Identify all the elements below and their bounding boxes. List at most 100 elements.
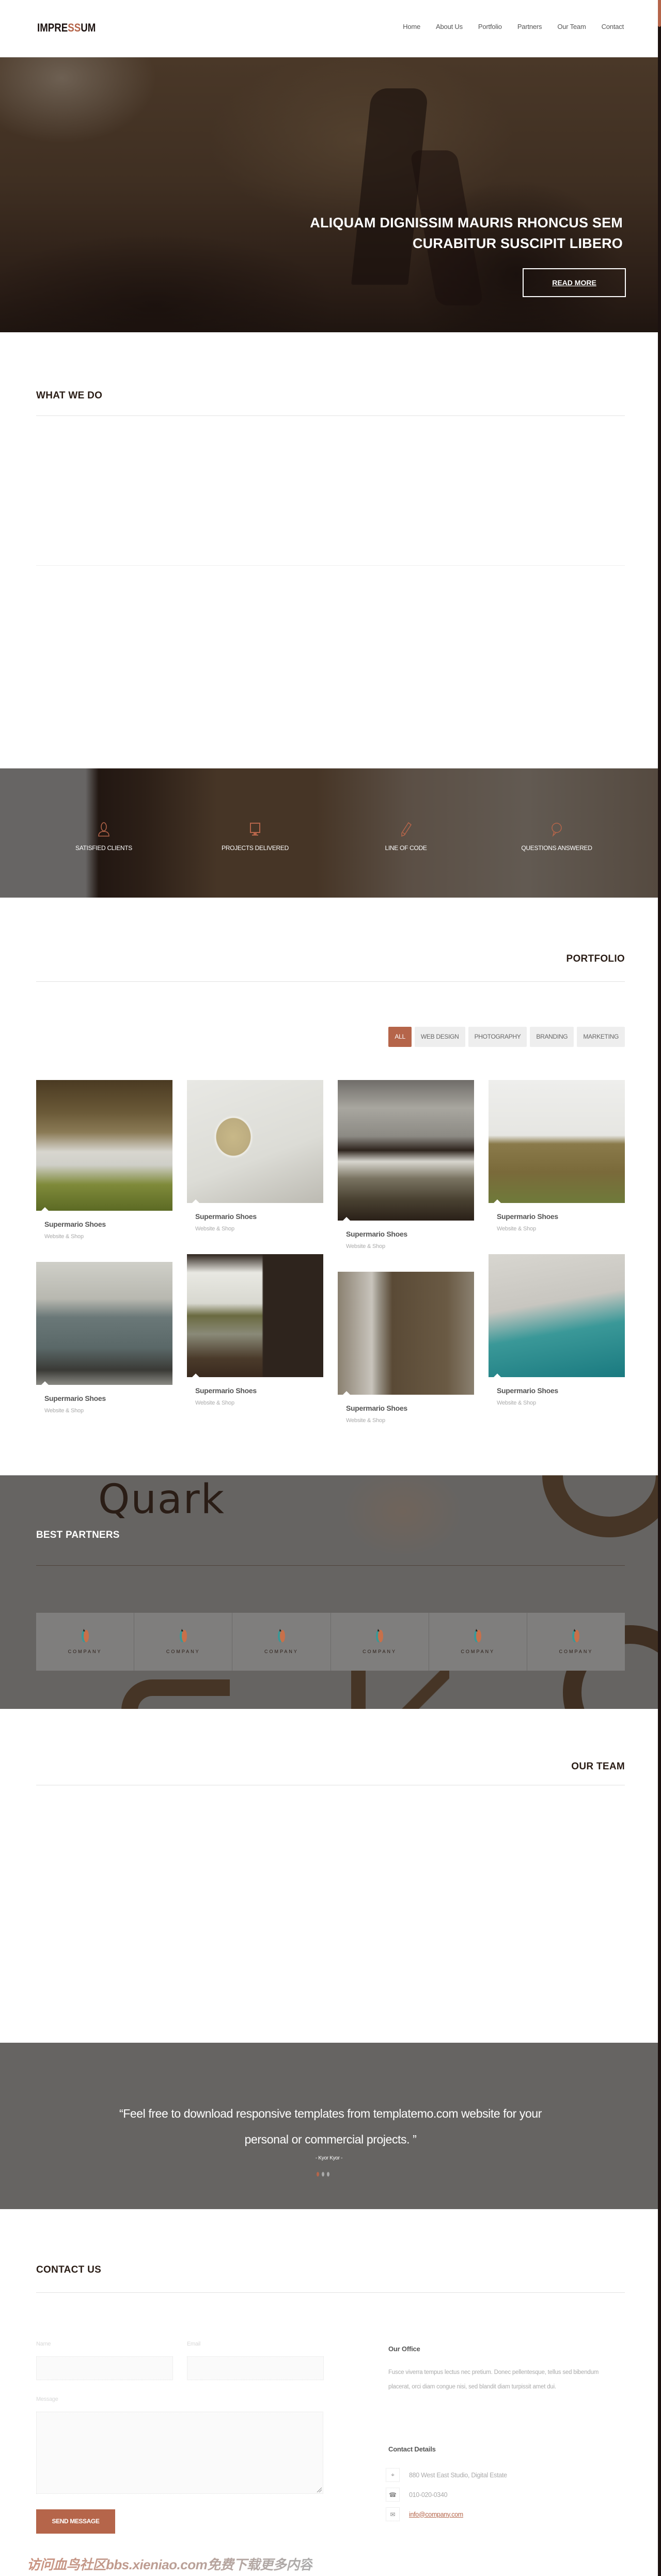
nav-home[interactable]: Home bbox=[403, 23, 420, 30]
nav-about-us[interactable]: About Us bbox=[436, 23, 463, 30]
company-logo-icon bbox=[81, 1629, 89, 1642]
nav-our-team[interactable]: Our Team bbox=[557, 23, 586, 30]
contact-phone: ☎ 010-020-0340 bbox=[386, 2488, 448, 2502]
nav-partners[interactable]: Partners bbox=[517, 23, 542, 30]
portfolio-item-title: Supermario Shoes bbox=[195, 1386, 257, 1395]
section-divider bbox=[36, 1565, 625, 1566]
section-divider bbox=[36, 981, 625, 982]
partner-logo[interactable]: COMPANY bbox=[36, 1613, 135, 1671]
portfolio-thumbnail[interactable] bbox=[489, 1254, 625, 1377]
arrow-right-icon[interactable]: → bbox=[589, 330, 601, 333]
pagination-dot[interactable] bbox=[317, 2172, 319, 2177]
pencil-icon bbox=[401, 822, 412, 837]
monitor-icon bbox=[250, 823, 260, 836]
name-input[interactable] bbox=[37, 2357, 172, 2380]
contact-address: ⌖ 880 West East Studio, Digital Estate bbox=[386, 2468, 507, 2482]
background-logo-text: Quark bbox=[98, 1476, 225, 1523]
portfolio-thumbnail[interactable] bbox=[36, 1080, 172, 1211]
portfolio-thumbnail[interactable] bbox=[187, 1080, 323, 1203]
site-header: IMPRESSUM Home About Us Portfolio Partne… bbox=[0, 0, 658, 57]
hero-title-line: ALIQUAM DIGNISSIM MAURIS RHONCUS SEM bbox=[310, 215, 623, 230]
partner-logo[interactable]: COMPANY bbox=[232, 1613, 331, 1671]
main-nav: Home About Us Portfolio Partners Our Tea… bbox=[387, 23, 624, 30]
portfolio-thumbnail[interactable] bbox=[338, 1272, 474, 1395]
our-team-title: OUR TEAM bbox=[571, 1761, 625, 1772]
portfolio-item-title: Supermario Shoes bbox=[195, 1212, 257, 1221]
message-label: Message bbox=[36, 2396, 58, 2402]
portfolio-item-title: Supermario Shoes bbox=[497, 1386, 558, 1395]
portfolio-item[interactable]: Supermario Shoes Website & Shop bbox=[187, 1080, 323, 1232]
portfolio-item[interactable]: Supermario Shoes Website & Shop bbox=[187, 1254, 323, 1406]
portfolio-item-subtitle: Website & Shop bbox=[44, 1408, 84, 1414]
quote-line: “Feel free to download responsive templa… bbox=[119, 2107, 542, 2120]
portfolio-item[interactable]: Supermario Shoes Website & Shop bbox=[338, 1272, 474, 1424]
portfolio-item-subtitle: Website & Shop bbox=[346, 1243, 385, 1250]
portfolio-item-subtitle: Website & Shop bbox=[195, 1226, 234, 1232]
email-input[interactable] bbox=[187, 2357, 323, 2380]
portfolio-item-title: Supermario Shoes bbox=[44, 1394, 106, 1402]
logo-suffix: UM bbox=[81, 21, 96, 34]
portfolio-thumbnail[interactable] bbox=[36, 1262, 172, 1385]
pagination-dot[interactable] bbox=[322, 2172, 324, 2177]
partner-logo[interactable]: COMPANY bbox=[429, 1613, 527, 1671]
portfolio-thumbnail[interactable] bbox=[489, 1080, 625, 1203]
portfolio-item-title: Supermario Shoes bbox=[497, 1212, 558, 1221]
filter-web-design[interactable]: WEB DESIGN bbox=[414, 1027, 465, 1047]
portfolio-item[interactable]: Supermario Shoes Website & Shop bbox=[36, 1262, 172, 1414]
our-office-heading: Our Office bbox=[388, 2345, 420, 2353]
portfolio-item-title: Supermario Shoes bbox=[346, 1404, 407, 1412]
scrollbar-thumb[interactable] bbox=[658, 0, 661, 27]
email-field-wrapper bbox=[187, 2356, 324, 2380]
email-label: Email bbox=[187, 2341, 201, 2347]
stat-label: LINE OF CODE bbox=[385, 844, 427, 852]
send-message-button[interactable]: SEND MESSAGE bbox=[36, 2509, 115, 2534]
portfolio-item-subtitle: Website & Shop bbox=[44, 1233, 84, 1240]
partners-title: BEST PARTNERS bbox=[36, 1530, 120, 1540]
nav-contact[interactable]: Contact bbox=[602, 23, 624, 30]
contact-details-heading: Contact Details bbox=[388, 2445, 436, 2453]
resize-handle-icon[interactable] bbox=[317, 2487, 322, 2492]
filter-marketing[interactable]: MARKETING bbox=[577, 1027, 625, 1047]
user-icon bbox=[98, 822, 109, 837]
message-field-wrapper bbox=[36, 2412, 323, 2494]
testimonial-author: - Kyor Kyor - bbox=[315, 2155, 343, 2161]
name-label: Name bbox=[36, 2341, 51, 2347]
company-logo-icon bbox=[474, 1629, 482, 1642]
testimonial-band: “Feel free to download responsive templa… bbox=[0, 2043, 658, 2209]
partner-name: COMPANY bbox=[166, 1649, 200, 1654]
filter-all[interactable]: ALL bbox=[388, 1027, 412, 1047]
partner-name: COMPANY bbox=[559, 1649, 593, 1654]
portfolio-item[interactable]: Supermario Shoes Website & Shop bbox=[489, 1080, 625, 1232]
stats-band: SATISFIED CLIENTS PROJECTS DELIVERED LIN… bbox=[0, 768, 658, 898]
message-textarea[interactable] bbox=[37, 2412, 323, 2493]
partner-logo[interactable]: COMPANY bbox=[527, 1613, 625, 1671]
slider-arrows: ← → bbox=[568, 330, 601, 333]
portfolio-thumbnail[interactable] bbox=[187, 1254, 323, 1377]
portfolio-item-subtitle: Website & Shop bbox=[497, 1400, 536, 1406]
email-link[interactable]: info@company.com bbox=[409, 2511, 463, 2518]
logo[interactable]: IMPRESSUM bbox=[37, 21, 96, 35]
filter-branding[interactable]: BRANDING bbox=[530, 1027, 574, 1047]
hero-title: ALIQUAM DIGNISSIM MAURIS RHONCUS SEM CUR… bbox=[230, 212, 623, 254]
read-more-button[interactable]: READ MORE bbox=[523, 268, 626, 297]
page-scrollbar[interactable] bbox=[658, 0, 661, 2576]
arrow-left-icon[interactable]: ← bbox=[568, 330, 580, 333]
portfolio-thumbnail[interactable] bbox=[338, 1080, 474, 1221]
portfolio-item[interactable]: Supermario Shoes Website & Shop bbox=[489, 1254, 625, 1406]
pagination-dot[interactable] bbox=[327, 2172, 329, 2177]
address-text: 880 West East Studio, Digital Estate bbox=[409, 2471, 507, 2479]
nav-portfolio[interactable]: Portfolio bbox=[478, 23, 502, 30]
background-shape bbox=[341, 1475, 465, 1558]
portfolio-item-title: Supermario Shoes bbox=[44, 1220, 106, 1228]
partner-logo[interactable]: COMPANY bbox=[331, 1613, 429, 1671]
envelope-icon: ✉ bbox=[386, 2507, 400, 2521]
filter-photography[interactable]: PHOTOGRAPHY bbox=[468, 1027, 527, 1047]
portfolio-item[interactable]: Supermario Shoes Website & Shop bbox=[338, 1080, 474, 1250]
contact-title: CONTACT US bbox=[36, 2264, 102, 2275]
portfolio-filters: ALL WEB DESIGN PHOTOGRAPHY BRANDING MARK… bbox=[388, 1027, 625, 1047]
partner-logo[interactable]: COMPANY bbox=[134, 1613, 233, 1671]
hero-slider: ALIQUAM DIGNISSIM MAURIS RHONCUS SEM CUR… bbox=[0, 57, 658, 332]
portfolio-item[interactable]: Supermario Shoes Website & Shop bbox=[36, 1080, 172, 1240]
name-field-wrapper bbox=[36, 2356, 173, 2380]
testimonial-quote: “Feel free to download responsive templa… bbox=[36, 2101, 625, 2152]
